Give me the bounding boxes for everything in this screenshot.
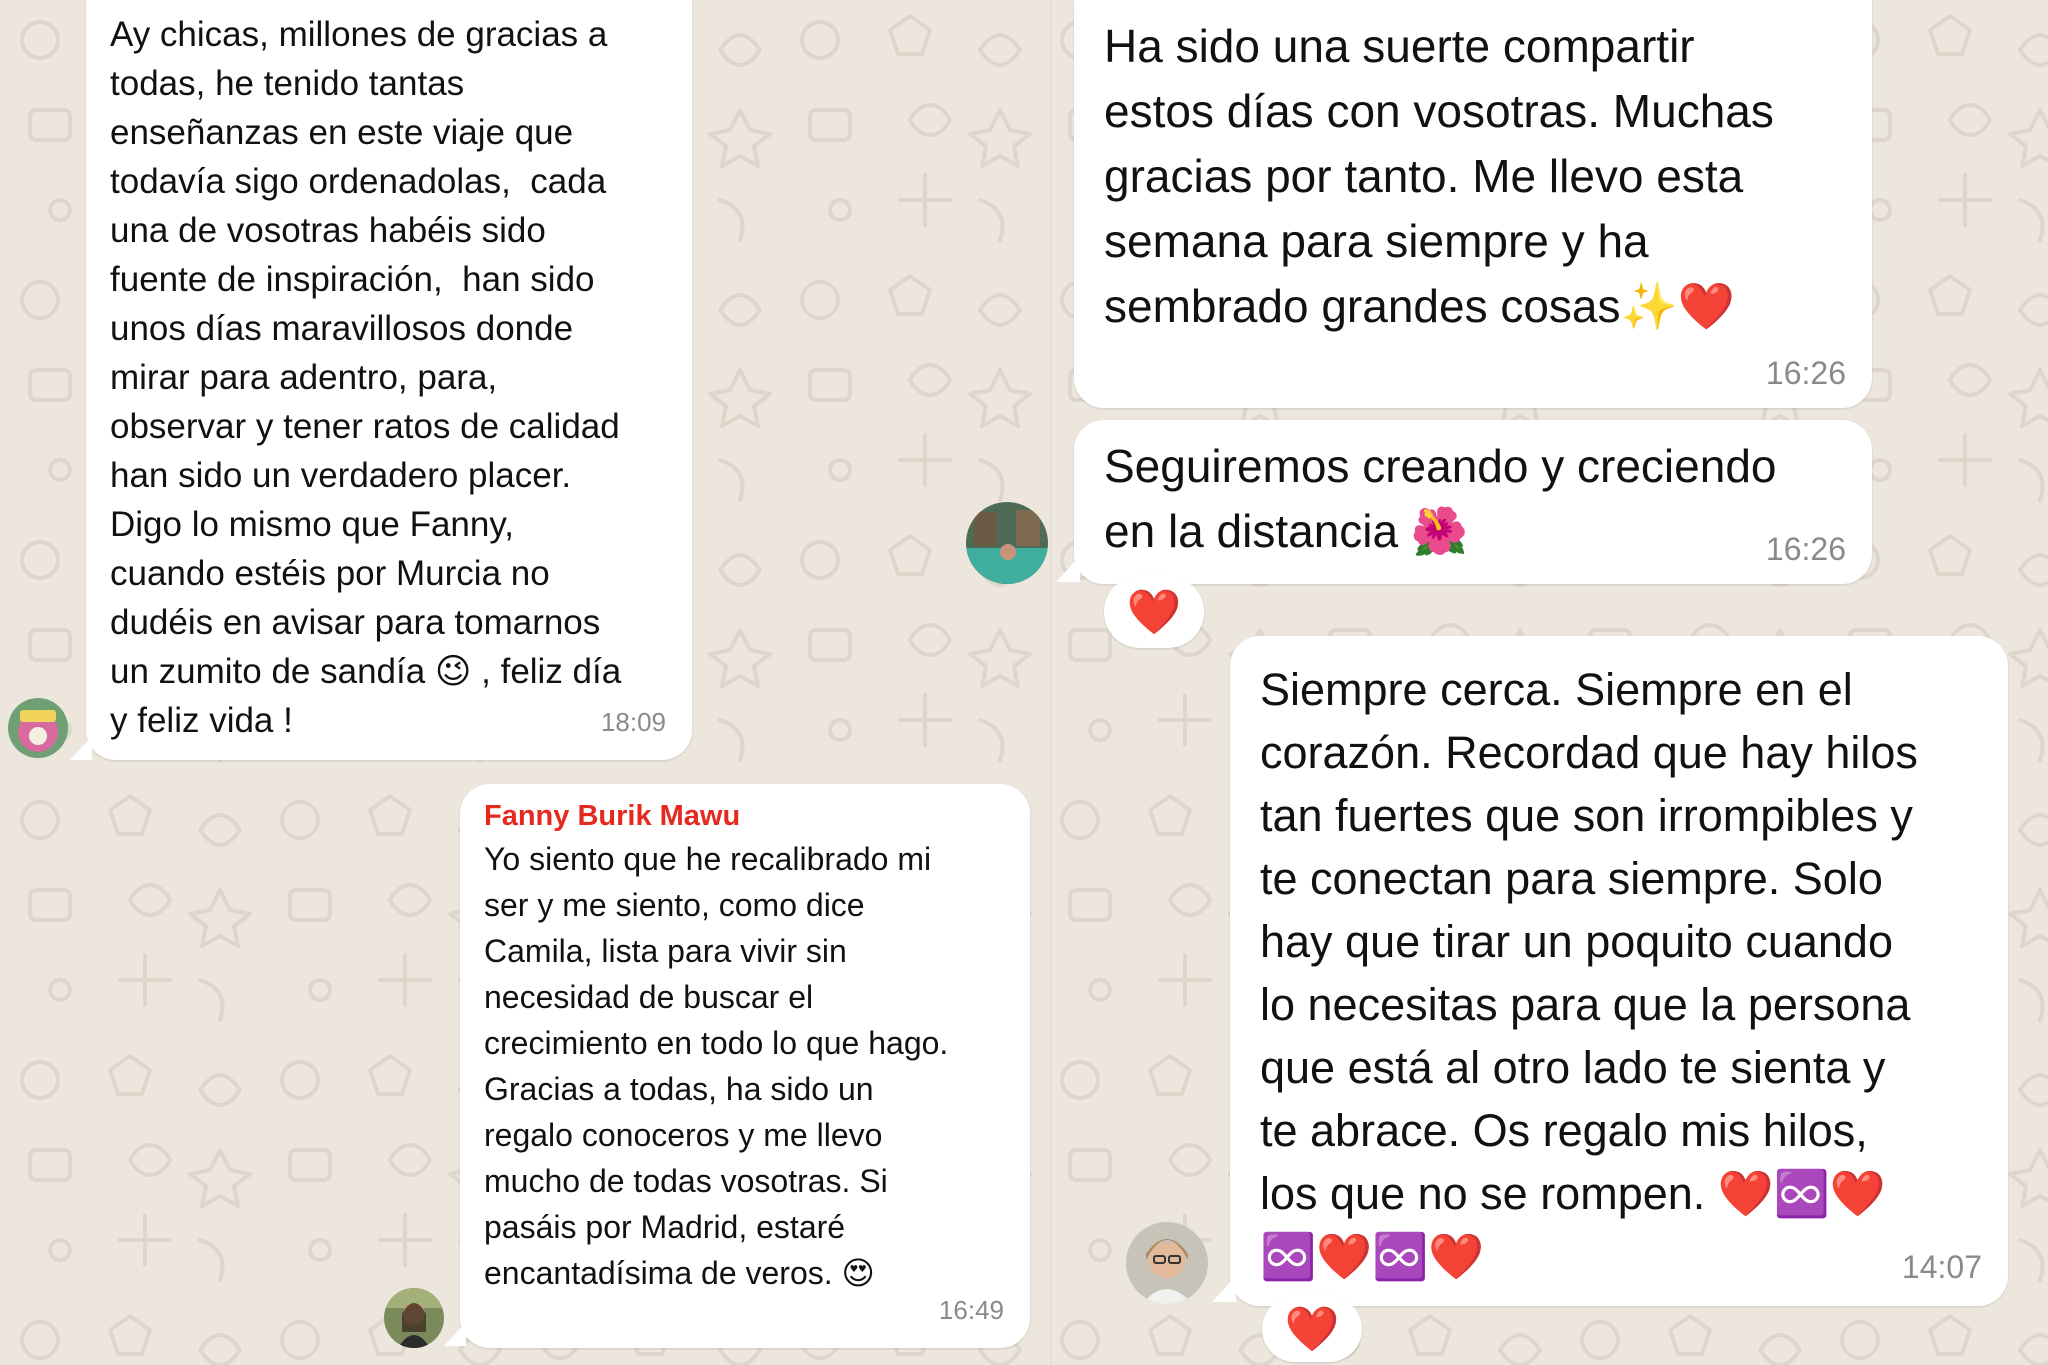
message-bubble-siempre-cerca[interactable]: Siempre cerca. Siempre en el corazón. Re… — [1230, 636, 2008, 1306]
heart-reaction-icon: ❤️ — [1284, 1305, 1340, 1354]
collage-divider — [1050, 0, 1052, 1365]
heart-reaction-icon: ❤️ — [1126, 588, 1182, 637]
profile-photo-icon[interactable] — [966, 502, 1048, 584]
message-text: Siempre cerca. Siempre en el corazón. Re… — [1260, 664, 1918, 1282]
message-timestamp: 16:26 — [1765, 355, 1846, 391]
message-bubble-seguiremos[interactable]: Seguiremos creando y creciendo en la dis… — [1074, 420, 1872, 584]
bubble-tail — [444, 1322, 466, 1346]
bubble-tail — [70, 736, 92, 760]
reaction-badge[interactable]: ❤️ — [1104, 576, 1204, 648]
message-timestamp: 16:26 — [1765, 531, 1846, 567]
message-text: Yo siento que he recalibrado mi ser y me… — [484, 841, 949, 1291]
message-text: Seguiremos creando y creciendo en la dis… — [1104, 440, 1777, 557]
message-text: Ha sido una suerte compartir estos días … — [1104, 20, 1774, 332]
message-timestamp: 14:07 — [1901, 1249, 1982, 1285]
message-text: Ay chicas, millones de gracias a todas, … — [110, 15, 622, 740]
profile-photo-icon[interactable] — [8, 698, 68, 758]
message-bubble-gratitude[interactable]: Ay chicas, millones de gracias a todas, … — [86, 0, 692, 760]
bubble-tail — [1056, 556, 1080, 582]
reaction-badge[interactable]: ❤️ — [1262, 1296, 1362, 1362]
message-bubble-suerte[interactable]: Ha sido una suerte compartir estos días … — [1074, 0, 1872, 408]
message-bubble-fanny[interactable]: Fanny Burik Mawu Yo siento que he recali… — [460, 784, 1030, 1348]
sender-name[interactable]: Fanny Burik Mawu — [484, 796, 1008, 836]
bubble-tail — [1212, 1276, 1236, 1302]
profile-photo-icon[interactable] — [1126, 1222, 1208, 1304]
message-timestamp: 16:49 — [938, 1295, 1004, 1325]
message-timestamp: 18:09 — [600, 707, 666, 737]
profile-photo-icon[interactable] — [384, 1288, 444, 1348]
